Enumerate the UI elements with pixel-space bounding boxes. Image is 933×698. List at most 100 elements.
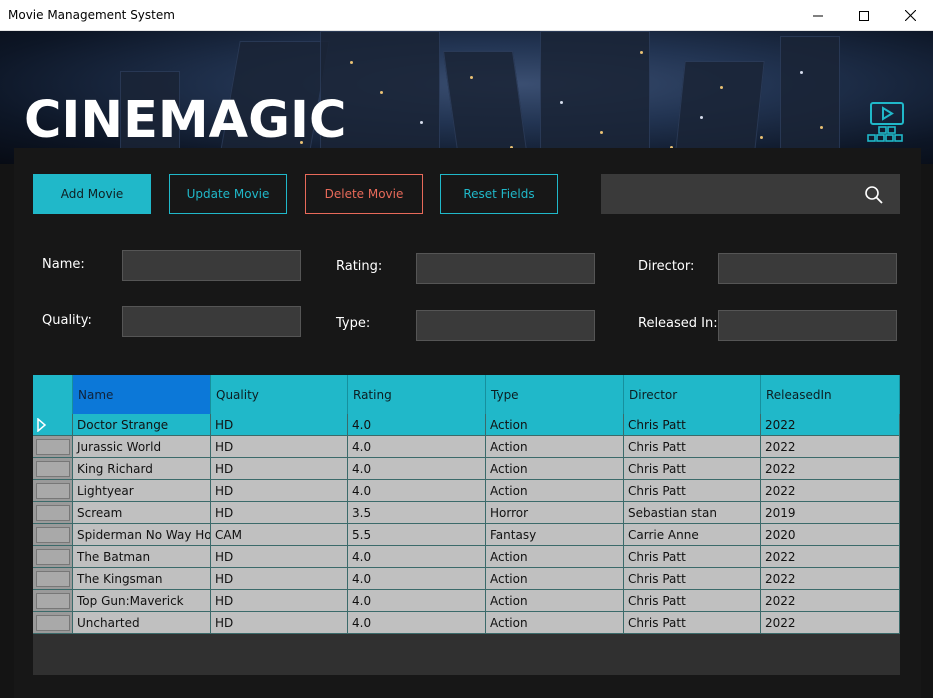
cell-type[interactable]: Action bbox=[486, 436, 624, 458]
table-row[interactable]: King Richard HD 4.0 Action Chris Patt 2022 bbox=[33, 458, 900, 480]
cell-quality[interactable]: HD bbox=[211, 414, 348, 436]
table-row[interactable]: Doctor Strange HD 4.0 Action Chris Patt 2022 bbox=[33, 414, 900, 436]
cell-quality[interactable]: HD bbox=[211, 546, 348, 568]
cell-releasedin[interactable]: 2022 bbox=[761, 590, 900, 612]
cell-releasedin[interactable]: 2019 bbox=[761, 502, 900, 524]
row-header[interactable] bbox=[33, 612, 73, 634]
delete-movie-button[interactable]: Delete Movie bbox=[305, 174, 423, 214]
cell-director[interactable]: Chris Patt bbox=[624, 414, 761, 436]
cell-director[interactable]: Chris Patt bbox=[624, 568, 761, 590]
cell-rating[interactable]: 4.0 bbox=[348, 590, 486, 612]
row-header[interactable] bbox=[33, 414, 73, 436]
column-header-releasedin[interactable]: ReleasedIn bbox=[761, 375, 900, 414]
cell-releasedin[interactable]: 2022 bbox=[761, 568, 900, 590]
cell-quality[interactable]: CAM bbox=[211, 524, 348, 546]
column-header-rating[interactable]: Rating bbox=[348, 375, 486, 414]
cell-quality[interactable]: HD bbox=[211, 436, 348, 458]
cell-director[interactable]: Carrie Anne bbox=[624, 524, 761, 546]
column-header-name[interactable]: Name bbox=[73, 375, 211, 414]
cell-rating[interactable]: 5.5 bbox=[348, 524, 486, 546]
cell-director[interactable]: Chris Patt bbox=[624, 480, 761, 502]
cell-type[interactable]: Action bbox=[486, 546, 624, 568]
table-row[interactable]: Top Gun:Maverick HD 4.0 Action Chris Patt 202… bbox=[33, 590, 900, 612]
search-icon[interactable] bbox=[864, 185, 884, 205]
cell-director[interactable]: Chris Patt bbox=[624, 546, 761, 568]
cell-director[interactable]: Chris Patt bbox=[624, 612, 761, 634]
cell-type[interactable]: Action bbox=[486, 480, 624, 502]
row-header[interactable] bbox=[33, 502, 73, 524]
cell-rating[interactable]: 4.0 bbox=[348, 480, 486, 502]
released-field[interactable] bbox=[718, 310, 897, 341]
cell-quality[interactable]: HD bbox=[211, 568, 348, 590]
cell-releasedin[interactable]: 2022 bbox=[761, 480, 900, 502]
update-movie-button[interactable]: Update Movie bbox=[169, 174, 287, 214]
cell-type[interactable]: Action bbox=[486, 568, 624, 590]
minimize-button[interactable] bbox=[795, 0, 841, 31]
column-header-type[interactable]: Type bbox=[486, 375, 624, 414]
reset-fields-button[interactable]: Reset Fields bbox=[440, 174, 558, 214]
cell-releasedin[interactable]: 2022 bbox=[761, 414, 900, 436]
row-header[interactable] bbox=[33, 458, 73, 480]
cell-releasedin[interactable]: 2022 bbox=[761, 612, 900, 634]
type-field[interactable] bbox=[416, 310, 595, 341]
row-header[interactable] bbox=[33, 436, 73, 458]
maximize-button[interactable] bbox=[841, 0, 887, 31]
cell-rating[interactable]: 4.0 bbox=[348, 436, 486, 458]
cell-releasedin[interactable]: 2022 bbox=[761, 458, 900, 480]
cell-releasedin[interactable]: 2022 bbox=[761, 546, 900, 568]
cell-rating[interactable]: 4.0 bbox=[348, 546, 486, 568]
cell-releasedin[interactable]: 2020 bbox=[761, 524, 900, 546]
cell-quality[interactable]: HD bbox=[211, 590, 348, 612]
cell-name[interactable]: King Richard bbox=[73, 458, 211, 480]
rating-field[interactable] bbox=[416, 253, 595, 284]
cell-releasedin[interactable]: 2022 bbox=[761, 436, 900, 458]
cell-rating[interactable]: 4.0 bbox=[348, 612, 486, 634]
table-row[interactable]: Spiderman No Way Ho... CAM 5.5 Fantasy Carri… bbox=[33, 524, 900, 546]
cell-director[interactable]: Chris Patt bbox=[624, 590, 761, 612]
cell-name[interactable]: The Batman bbox=[73, 546, 211, 568]
cell-type[interactable]: Action bbox=[486, 414, 624, 436]
cell-director[interactable]: Chris Patt bbox=[624, 436, 761, 458]
table-row[interactable]: Scream HD 3.5 Horror Sebastian stan 2019 bbox=[33, 502, 900, 524]
cell-quality[interactable]: HD bbox=[211, 502, 348, 524]
table-row[interactable]: The Batman HD 4.0 Action Chris Patt 2022 bbox=[33, 546, 900, 568]
table-row[interactable]: Uncharted HD 4.0 Action Chris Patt 2022 bbox=[33, 612, 900, 634]
table-row[interactable]: Lightyear HD 4.0 Action Chris Patt 2022 bbox=[33, 480, 900, 502]
cell-rating[interactable]: 3.5 bbox=[348, 502, 486, 524]
cell-quality[interactable]: HD bbox=[211, 612, 348, 634]
name-field[interactable] bbox=[122, 250, 301, 281]
column-header-director[interactable]: Director bbox=[624, 375, 761, 414]
table-row[interactable]: Jurassic World HD 4.0 Action Chris Patt 2022 bbox=[33, 436, 900, 458]
row-header[interactable] bbox=[33, 568, 73, 590]
cell-name[interactable]: Uncharted bbox=[73, 612, 211, 634]
cell-name[interactable]: The Kingsman bbox=[73, 568, 211, 590]
cell-type[interactable]: Action bbox=[486, 458, 624, 480]
cell-rating[interactable]: 4.0 bbox=[348, 568, 486, 590]
cell-quality[interactable]: HD bbox=[211, 458, 348, 480]
column-header-quality[interactable]: Quality bbox=[211, 375, 348, 414]
cell-type[interactable]: Horror bbox=[486, 502, 624, 524]
director-field[interactable] bbox=[718, 253, 897, 284]
cell-type[interactable]: Action bbox=[486, 590, 624, 612]
cell-quality[interactable]: HD bbox=[211, 480, 348, 502]
add-movie-button[interactable]: Add Movie bbox=[33, 174, 151, 214]
quality-field[interactable] bbox=[122, 306, 301, 337]
search-input[interactable] bbox=[609, 182, 849, 206]
cell-director[interactable]: Sebastian stan bbox=[624, 502, 761, 524]
cell-rating[interactable]: 4.0 bbox=[348, 414, 486, 436]
cell-name[interactable]: Jurassic World bbox=[73, 436, 211, 458]
row-header[interactable] bbox=[33, 546, 73, 568]
row-header[interactable] bbox=[33, 480, 73, 502]
cell-type[interactable]: Fantasy bbox=[486, 524, 624, 546]
cell-name[interactable]: Lightyear bbox=[73, 480, 211, 502]
movies-table[interactable]: Name Quality Rating Type Director ReleasedIn … bbox=[33, 375, 900, 675]
cell-name[interactable]: Scream bbox=[73, 502, 211, 524]
cell-name[interactable]: Top Gun:Maverick bbox=[73, 590, 211, 612]
cell-rating[interactable]: 4.0 bbox=[348, 458, 486, 480]
table-row[interactable]: The Kingsman HD 4.0 Action Chris Patt 2022 bbox=[33, 568, 900, 590]
close-button[interactable] bbox=[887, 0, 933, 31]
row-header[interactable] bbox=[33, 590, 73, 612]
cell-name[interactable]: Doctor Strange bbox=[73, 414, 211, 436]
row-header[interactable] bbox=[33, 524, 73, 546]
cell-name[interactable]: Spiderman No Way Ho... bbox=[73, 524, 211, 546]
